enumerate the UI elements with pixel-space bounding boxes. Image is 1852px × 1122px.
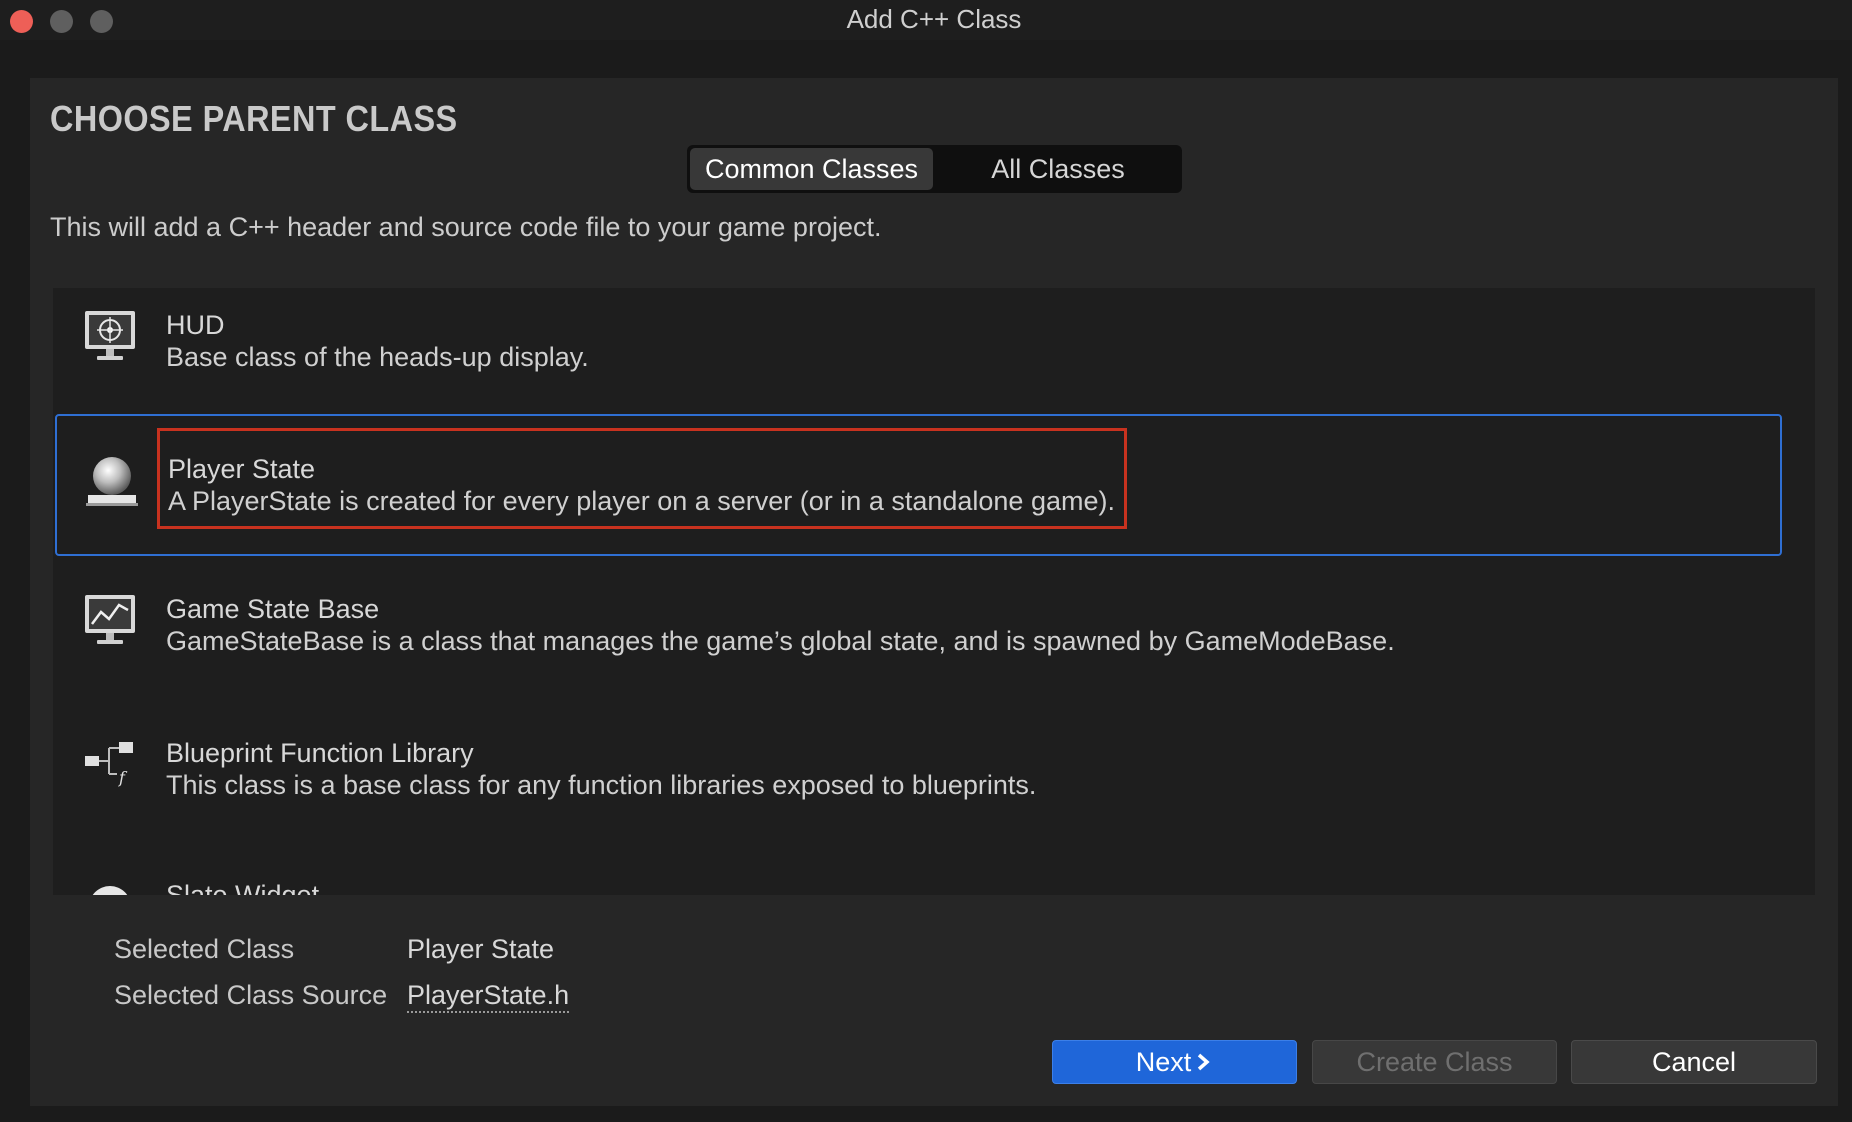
class-item-hud[interactable]: HUD Base class of the heads-up display. [53, 288, 1781, 428]
class-filter-tabs: Common Classes All Classes [687, 145, 1182, 193]
tab-common-classes[interactable]: Common Classes [690, 148, 933, 190]
title-bar: Add C++ Class [0, 0, 1852, 40]
graph-monitor-icon [85, 595, 135, 644]
selected-class-source-link[interactable]: PlayerState.h [407, 980, 570, 1013]
class-name: HUD [166, 310, 225, 340]
class-item-game-state-base[interactable]: Game State Base GameStateBase is a class… [53, 578, 1781, 718]
selected-class-label: Selected Class [114, 934, 295, 964]
class-item-slate-widget[interactable]: Slate Widget [53, 866, 1781, 895]
class-description: GameStateBase is a class that manages th… [166, 626, 1395, 656]
class-description: This class is a base class for any funct… [166, 770, 1037, 800]
next-button[interactable]: Next [1052, 1040, 1297, 1084]
create-class-button[interactable]: Create Class [1312, 1040, 1557, 1084]
hud-monitor-icon [85, 311, 135, 360]
player-sphere-icon [86, 457, 138, 506]
page-title: CHOOSE PARENT CLASS [50, 98, 458, 139]
class-name: Blueprint Function Library [166, 738, 474, 768]
class-name: Slate Widget [166, 880, 320, 895]
function-node-icon: f [85, 742, 133, 787]
selected-class-value: Player State [407, 934, 555, 964]
class-name: Player State [168, 454, 316, 484]
class-item-player-state[interactable]: Player State A PlayerState is created fo… [55, 414, 1782, 556]
class-item-blueprint-function-library[interactable]: f Blueprint Function Library This class … [53, 722, 1781, 862]
class-name: Game State Base [166, 594, 380, 624]
class-description: Base class of the heads-up display. [166, 342, 589, 372]
class-description: A PlayerState is created for every playe… [168, 486, 1115, 516]
selected-class-source-label: Selected Class Source [114, 980, 388, 1010]
svg-text:f: f [118, 768, 128, 787]
dialog-description: This will add a C++ header and source co… [50, 212, 882, 242]
dialog-panel: CHOOSE PARENT CLASS Common Classes All C… [30, 78, 1838, 1106]
next-button-label: Next [1135, 1046, 1192, 1077]
cancel-button[interactable]: Cancel [1571, 1040, 1817, 1084]
source-file-link[interactable]: PlayerState.h [407, 980, 570, 1013]
tab-all-classes[interactable]: All Classes [937, 148, 1179, 190]
chevron-right-icon [1198, 1053, 1210, 1071]
window-title: Add C++ Class [846, 4, 1022, 34]
parent-class-list[interactable]: HUD Base class of the heads-up display. … [53, 288, 1815, 895]
widget-icon [92, 886, 128, 895]
